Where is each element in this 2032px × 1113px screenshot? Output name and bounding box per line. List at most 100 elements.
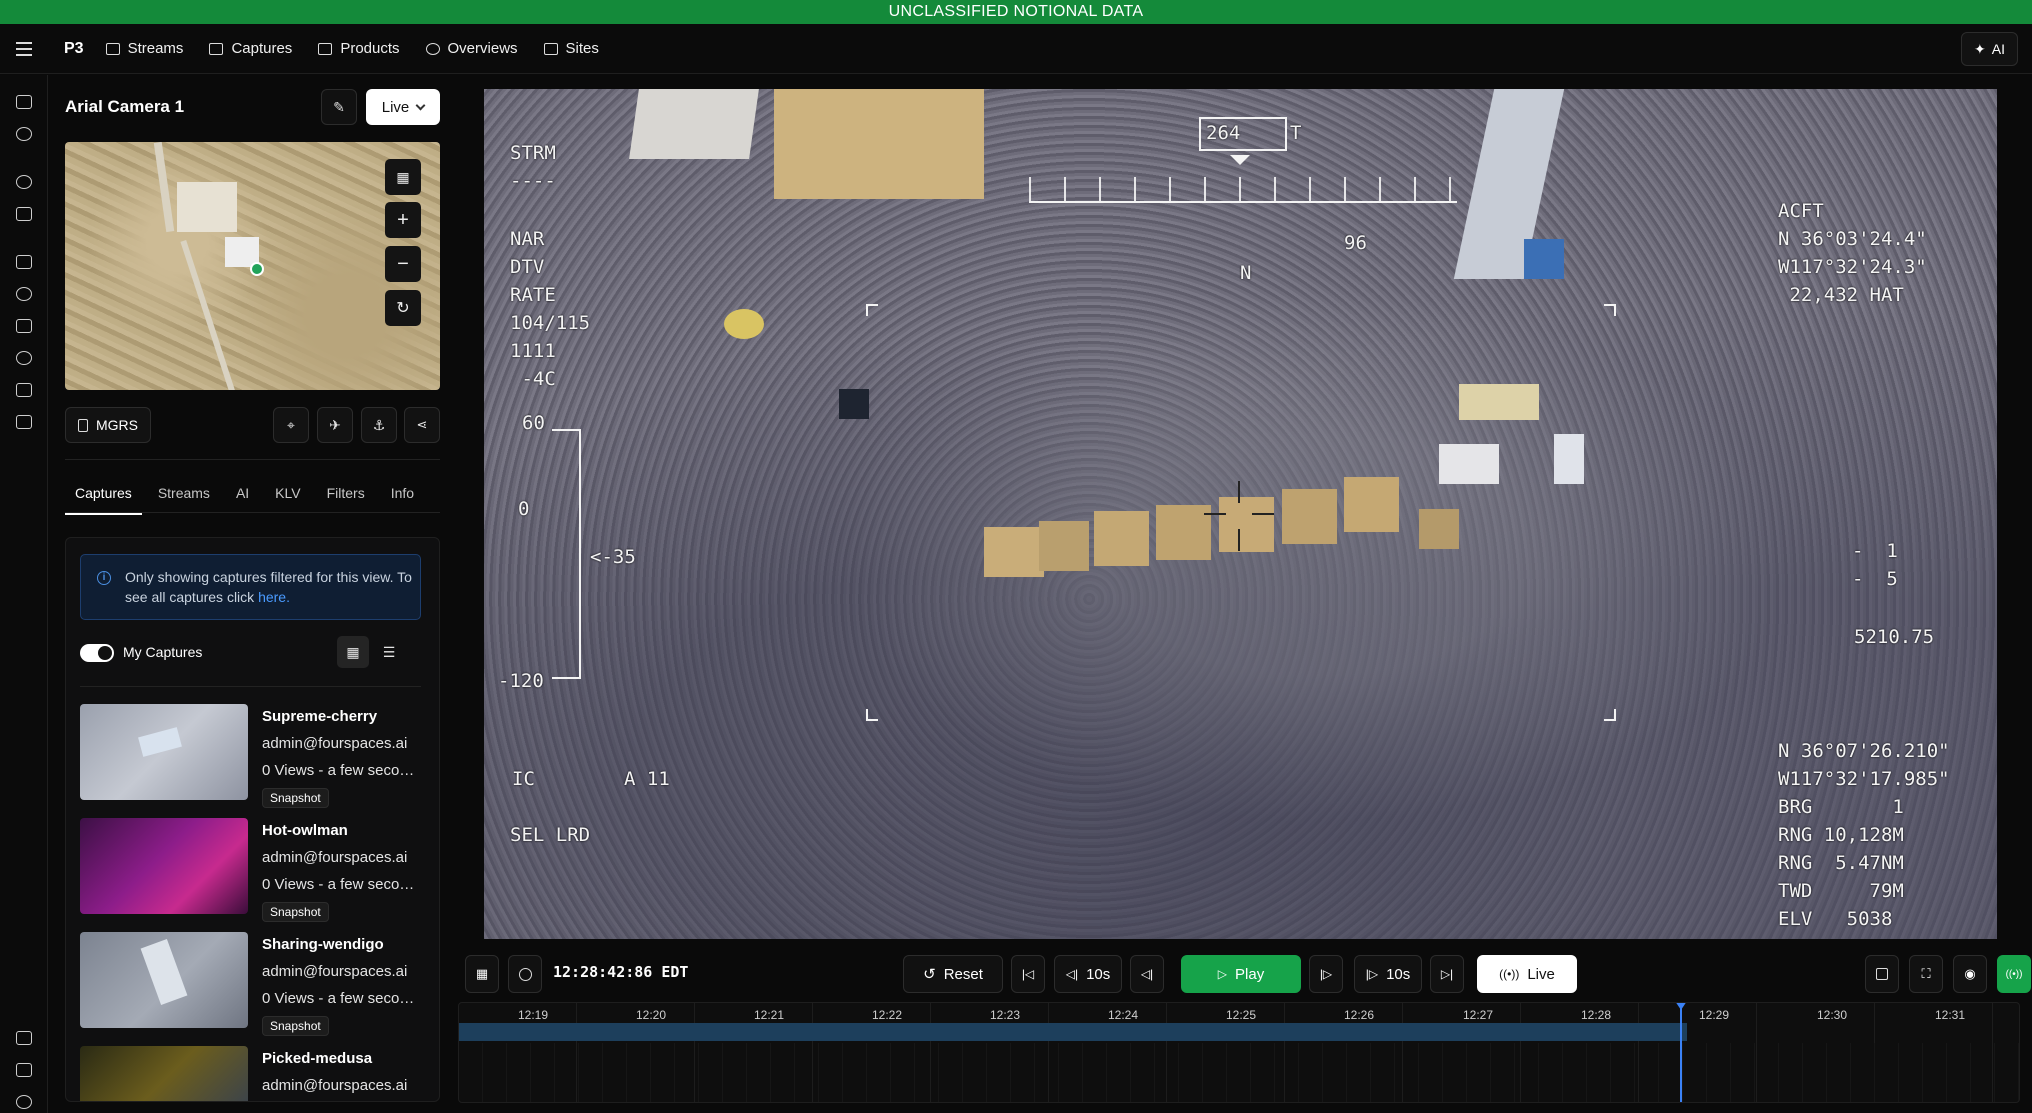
capture-thumbnail[interactable]	[80, 1046, 248, 1101]
left-rail	[0, 75, 48, 1113]
info-icon: i	[97, 571, 111, 585]
crosshair-button[interactable]: ⌖	[273, 407, 309, 443]
dashboard-icon[interactable]	[16, 255, 32, 269]
forward-10s-button[interactable]: |▷ 10s	[1354, 955, 1422, 993]
hud-ic: IC	[512, 768, 535, 790]
edit-button[interactable]: ✎	[321, 89, 357, 125]
filter-info-alert: i Only showing captures filtered for thi…	[80, 554, 421, 620]
shield-icon[interactable]	[16, 287, 32, 301]
cube-icon[interactable]	[16, 207, 32, 221]
nav-streams-label: Streams	[127, 40, 184, 57]
tab-streams[interactable]: Streams	[148, 485, 220, 515]
nav-products[interactable]: Products	[318, 40, 400, 57]
live-indicator-button[interactable]: ((•))	[1997, 955, 2031, 993]
share-button[interactable]: ⋖	[404, 407, 440, 443]
menu-icon[interactable]	[0, 24, 48, 74]
app-brand[interactable]: P3	[64, 40, 84, 58]
plus-icon: +	[397, 208, 409, 231]
ai-button-label: AI	[1991, 41, 2005, 57]
hud-heading: 264	[1206, 122, 1241, 144]
nav-captures[interactable]: Captures	[209, 40, 292, 57]
document-icon[interactable]	[16, 1031, 32, 1045]
map-layers-button[interactable]: ▦	[385, 159, 421, 195]
globe-icon[interactable]	[16, 127, 32, 141]
timeline-tick: 12:28	[1581, 1008, 1612, 1022]
timeline[interactable]: 12:19 12:20 12:21 12:22 12:23 12:24 12:2…	[458, 1002, 2020, 1103]
focus-button[interactable]: ⛶	[1909, 955, 1943, 993]
snapshot-button[interactable]: ◉	[1953, 955, 1987, 993]
capture-badge: Snapshot	[262, 1016, 329, 1036]
zoom-in-button[interactable]: +	[385, 202, 421, 238]
reset-button[interactable]: ↺ Reset	[903, 955, 1003, 993]
anchor-button[interactable]: ⚓	[361, 407, 397, 443]
list-item[interactable]: Picked-medusa admin@fourspaces.ai	[80, 1046, 421, 1101]
nav-overviews[interactable]: Overviews	[425, 40, 518, 57]
database-icon[interactable]	[16, 351, 32, 365]
hud-bracket	[1604, 709, 1616, 721]
skip-end-button[interactable]: ▷|	[1430, 955, 1464, 993]
reset-map-button[interactable]: ↻	[385, 290, 421, 326]
hud-scale-neg120: -120	[498, 670, 544, 692]
play-button[interactable]: ▷ Play	[1181, 955, 1301, 993]
zoom-out-button[interactable]: −	[385, 246, 421, 282]
ai-button[interactable]: ✦ AI	[1961, 32, 2018, 66]
list-item[interactable]: Hot-owlman admin@fourspaces.ai 0 Views -…	[80, 818, 421, 922]
play-icon: ▷	[1217, 967, 1228, 981]
fullscreen-button[interactable]	[1865, 955, 1899, 993]
tab-filters[interactable]: Filters	[317, 485, 375, 515]
timeline-tick: 12:19	[518, 1008, 549, 1022]
truck	[1554, 434, 1584, 484]
tab-captures[interactable]: Captures	[65, 485, 142, 515]
tab-info[interactable]: Info	[381, 485, 424, 515]
show-all-captures-link[interactable]: here.	[258, 589, 290, 605]
capture-thumbnail[interactable]	[80, 704, 248, 800]
top-navigation: P3 Streams Captures Products Overviews S…	[0, 24, 2032, 74]
capture-name: Supreme-cherry	[262, 708, 378, 725]
capture-thumbnail[interactable]	[80, 932, 248, 1028]
book-icon[interactable]	[16, 1063, 32, 1077]
mgrs-button[interactable]: MGRS	[65, 407, 151, 443]
list-item[interactable]: Supreme-cherry admin@fourspaces.ai 0 Vie…	[80, 704, 421, 808]
chart-icon[interactable]	[16, 415, 32, 429]
skip-start-button[interactable]: |◁	[1011, 955, 1045, 993]
vehicle	[1094, 511, 1149, 566]
tab-klv[interactable]: KLV	[265, 485, 310, 515]
minimap[interactable]: ▦ + − ↻	[65, 142, 440, 390]
clock-button[interactable]	[508, 955, 542, 993]
vehicle	[1219, 497, 1274, 552]
camera-icon[interactable]	[16, 95, 32, 109]
sparkle-icon: ✦	[1974, 40, 1986, 57]
frame-back-button[interactable]: ◁|	[1130, 955, 1164, 993]
user-icon[interactable]	[16, 1095, 32, 1109]
building-icon	[543, 42, 558, 55]
list-item[interactable]: Sharing-wendigo admin@fourspaces.ai 0 Vi…	[80, 932, 421, 1036]
binoculars-icon[interactable]	[16, 319, 32, 333]
back-10s-button[interactable]: ◁| 10s	[1054, 955, 1122, 993]
tank-object	[724, 309, 764, 339]
nav-streams[interactable]: Streams	[105, 40, 184, 57]
workflow-icon[interactable]	[16, 175, 32, 189]
frame-forward-button[interactable]: |▷	[1309, 955, 1343, 993]
hud-target-data: N 36°07'26.210" W117°32'17.985" BRG 1 RN…	[1778, 740, 1950, 930]
timeline-tick: 12:25	[1226, 1008, 1257, 1022]
tab-ai[interactable]: AI	[226, 485, 259, 515]
list-view-button[interactable]: ☰	[373, 636, 405, 668]
layout-button[interactable]: ▦	[465, 955, 499, 993]
live-button[interactable]: ((•)) Live	[1477, 955, 1577, 993]
grid-view-button[interactable]: ▦	[337, 636, 369, 668]
hud-heading-96: 96	[1344, 232, 1367, 254]
apps-icon[interactable]	[16, 383, 32, 397]
capture-meta: 0 Views - a few seconds ago	[262, 876, 420, 893]
capture-name: Sharing-wendigo	[262, 936, 384, 953]
my-captures-toggle[interactable]	[80, 644, 114, 662]
aircraft-button[interactable]: ✈	[317, 407, 353, 443]
pencil-icon: ✎	[333, 98, 345, 115]
location-marker[interactable]	[250, 262, 264, 276]
nav-sites[interactable]: Sites	[543, 40, 599, 57]
timeline-tick: 12:23	[990, 1008, 1021, 1022]
playhead[interactable]	[1675, 1003, 1687, 1102]
capture-thumbnail[interactable]	[80, 818, 248, 914]
mode-select[interactable]: Live	[366, 89, 440, 125]
recorded-range-bar[interactable]	[459, 1023, 1687, 1041]
video-feed[interactable]: STRM ---- NAR DTV RATE 104/115 1111 -4C …	[484, 89, 1997, 939]
